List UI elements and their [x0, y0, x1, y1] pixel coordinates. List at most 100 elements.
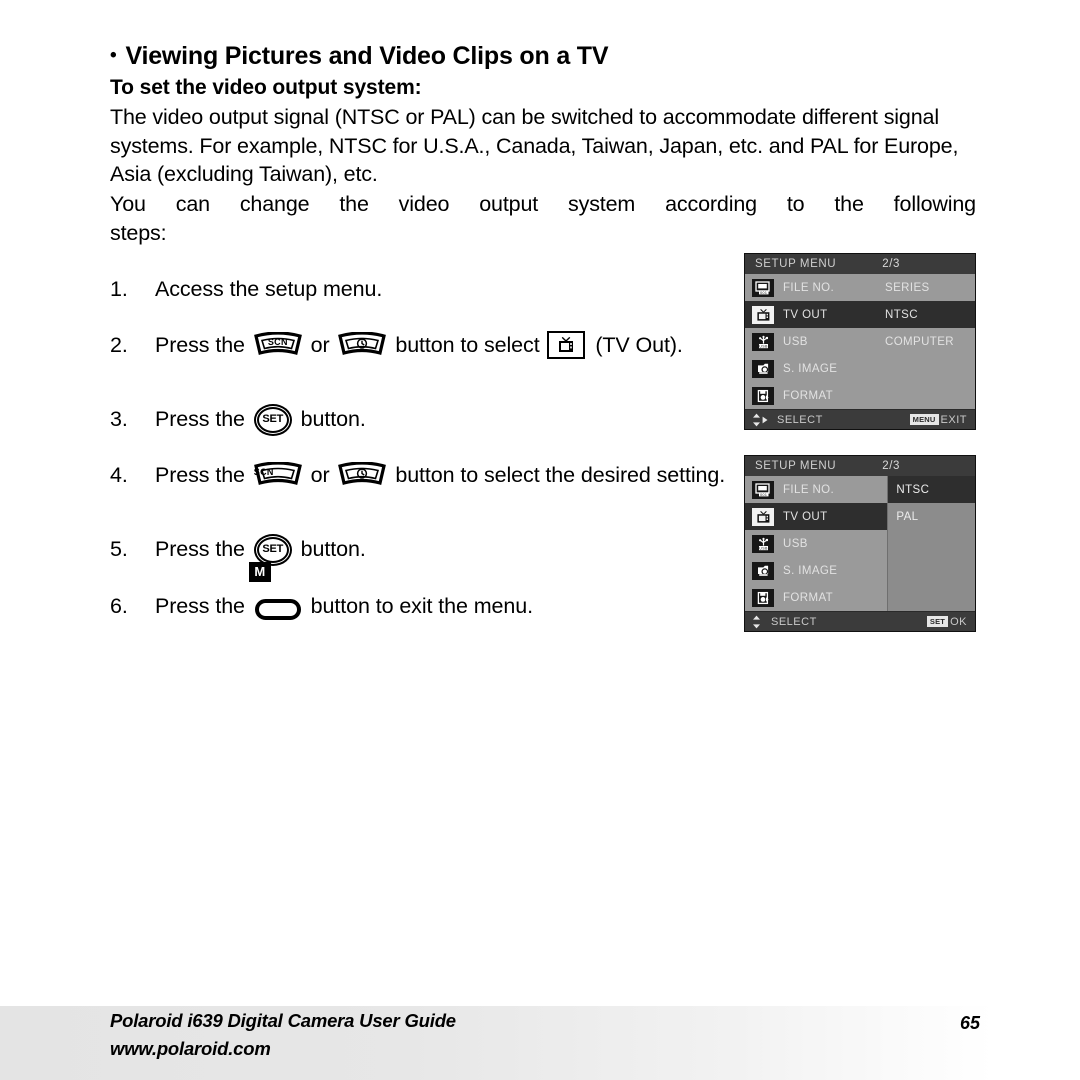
menu-row-s-image[interactable]: S. IMAGE: [745, 557, 887, 584]
steps-lead-paragraph: You can change the video output system a…: [110, 190, 976, 247]
menu-row-format[interactable]: FORMAT: [745, 584, 887, 611]
navigation-arrows-icon: [751, 413, 771, 427]
menu-row-tv-out[interactable]: TV OUT: [745, 503, 888, 530]
self-timer-button-icon: [338, 462, 387, 487]
menu-row-label: USB: [783, 537, 808, 550]
menu-row-label: FORMAT: [783, 389, 834, 402]
step-3-post: button.: [300, 407, 366, 431]
file-number-icon: 001: [752, 480, 774, 499]
step-5-text: Press the SET button.: [155, 534, 755, 566]
lcd1-footer: SELECT MENU EXIT: [745, 409, 975, 429]
lcd1-header-page: 2/3: [882, 258, 900, 270]
step-4-text: Press the SCN or button to select the de…: [155, 460, 755, 490]
step-3-text: Press the SET button.: [155, 404, 755, 436]
submenu-filler: [888, 530, 975, 557]
lcd2-rows: 001 FILE NO. TV OUT USB USB S. IMAGE FOR…: [745, 476, 888, 611]
submenu-filler: [888, 557, 975, 584]
menu-row-file-no[interactable]: 001 FILE NO.: [745, 476, 887, 503]
file-number-icon: 001: [752, 278, 774, 297]
intro-paragraph: The video output signal (NTSC or PAL) ca…: [110, 103, 976, 189]
tv-out-icon: [752, 507, 774, 526]
svg-text:USB: USB: [759, 344, 768, 348]
step-6-post: button to exit the menu.: [310, 594, 533, 618]
tv-out-icon: [752, 305, 774, 324]
step-4-pre: Press the: [155, 463, 245, 487]
lcd1-rows: 001 FILE NO. SERIES TV OUT NTSC USB USB …: [745, 274, 975, 409]
submenu-option-label: PAL: [896, 510, 919, 523]
menu-row-usb[interactable]: USB USB COMPUTER: [745, 328, 975, 355]
svg-text:001: 001: [760, 290, 767, 294]
step-2-or: or: [310, 333, 330, 357]
usb-icon: USB: [752, 332, 774, 351]
steps-lead-line-2: steps:: [110, 220, 167, 245]
step-4: 4. Press the SCN or button to select the…: [110, 460, 755, 490]
lcd1-footer-select-label: SELECT: [777, 413, 823, 426]
menu-row-value: SERIES: [885, 281, 930, 294]
format-icon: [752, 588, 774, 607]
lcd2-header-page: 2/3: [882, 460, 900, 472]
step-2-number: 2.: [110, 333, 128, 357]
submenu-option-ntsc[interactable]: NTSC: [888, 476, 975, 503]
menu-row-label: FORMAT: [783, 591, 834, 604]
set-button-icon: SET: [253, 404, 292, 436]
usb-icon: USB: [752, 534, 774, 553]
step-4-number: 4.: [110, 463, 128, 487]
menu-row-format[interactable]: FORMAT: [745, 382, 975, 409]
self-timer-button-icon: [338, 332, 387, 357]
scn-button-icon: SCN: [254, 462, 302, 487]
steps-lead-line-1: You can change the video output system a…: [110, 192, 976, 216]
setup-menu-screenshot-2: SETUP MENU 2/3 001 FILE NO. TV OUT USB U…: [744, 455, 976, 632]
step-6: 6. Press the M button to exit the menu.: [110, 562, 755, 621]
step-4-post: button to select the desired setting.: [395, 463, 726, 487]
step-2-mid: button to select: [395, 333, 540, 357]
step-6-pre: Press the: [155, 594, 245, 618]
menu-row-label: TV OUT: [783, 510, 828, 523]
lcd2-header-title: SETUP MENU: [755, 460, 837, 472]
menu-key-badge: MENU: [909, 414, 939, 425]
scn-button-label: SCN: [253, 467, 274, 477]
tv-out-icon: [547, 331, 586, 359]
menu-row-file-no[interactable]: 001 FILE NO. SERIES: [745, 274, 975, 301]
set-button-label: SET: [262, 413, 284, 425]
menu-button-icon: [254, 595, 301, 620]
scn-button-icon: SCN: [253, 332, 302, 357]
lcd2-footer-select-label: SELECT: [771, 615, 817, 628]
svg-text:USB: USB: [759, 546, 768, 550]
step-1: 1. Access the setup menu.: [110, 274, 755, 304]
step-6-number: 6.: [110, 594, 128, 618]
menu-row-value: NTSC: [885, 308, 918, 321]
menu-row-label: USB: [783, 335, 808, 348]
submenu-option-label: NTSC: [896, 483, 930, 496]
menu-row-usb[interactable]: USB USB: [745, 530, 887, 557]
lcd1-body: 001 FILE NO. SERIES TV OUT NTSC USB USB …: [745, 274, 975, 409]
scn-button-label: SCN: [267, 337, 288, 347]
startup-image-icon: [752, 561, 774, 580]
menu-row-s-image[interactable]: S. IMAGE: [745, 355, 975, 382]
menu-mode-badge: M: [248, 562, 271, 582]
footer-title: Polaroid i639 Digital Camera User Guide: [110, 1010, 456, 1031]
menu-row-label: FILE NO.: [783, 483, 835, 496]
step-4-or: or: [310, 463, 330, 487]
step-2-pre: Press the: [155, 333, 245, 357]
page-title-text: Viewing Pictures and Video Clips on a TV: [125, 42, 609, 70]
submenu-filler: [888, 584, 975, 611]
submenu-option-pal[interactable]: PAL: [888, 503, 975, 530]
menu-row-tv-out[interactable]: TV OUT NTSC: [745, 301, 975, 328]
step-5-pre: Press the: [155, 537, 245, 561]
step-5-number: 5.: [110, 537, 128, 561]
lcd2-header: SETUP MENU 2/3: [745, 456, 975, 476]
step-2: 2. Press the SCN or button to select (TV…: [110, 330, 755, 360]
lcd1-footer-action-label: EXIT: [940, 413, 967, 426]
menu-row-label: TV OUT: [783, 308, 828, 321]
step-6-text: Press the M button to exit the menu.: [155, 562, 755, 621]
lcd2-body: 001 FILE NO. TV OUT USB USB S. IMAGE FOR…: [745, 476, 975, 611]
intro-line-1: The video output signal (NTSC or PAL) ca…: [110, 105, 797, 129]
manual-page: • Viewing Pictures and Video Clips on a T…: [0, 0, 1080, 1080]
tv-out-submenu: NTSC PAL: [887, 476, 975, 611]
up-down-arrows-icon: [751, 615, 765, 629]
step-3-pre: Press the: [155, 407, 245, 431]
lcd1-header: SETUP MENU 2/3: [745, 254, 975, 274]
footer-url: www.polaroid.com: [110, 1038, 271, 1059]
lcd1-header-title: SETUP MENU: [755, 258, 837, 270]
svg-text:001: 001: [760, 492, 767, 496]
